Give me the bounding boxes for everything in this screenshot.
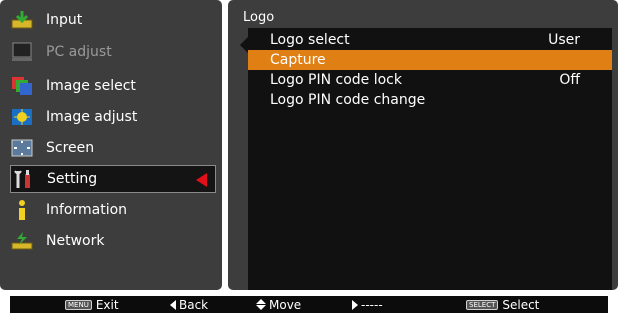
- menu-item-setting[interactable]: Setting: [10, 165, 216, 193]
- submenu-item-logo-select[interactable]: Logo select User: [248, 30, 612, 50]
- help-back-label: Back: [179, 297, 209, 312]
- menu-item-label: Image adjust: [46, 109, 138, 125]
- submenu-item-value: Off: [559, 72, 580, 88]
- submenu-item-label: Logo select: [270, 32, 350, 48]
- submenu-item-logo-pin-code-lock[interactable]: Logo PIN code lock Off: [248, 70, 612, 90]
- submenu-item-logo-pin-code-change[interactable]: Logo PIN code change: [248, 90, 612, 110]
- image-adjust-icon: [10, 106, 34, 128]
- setting-icon: [11, 168, 35, 190]
- menu-key-icon: MENU: [65, 299, 92, 310]
- help-select-label: Select: [502, 297, 540, 312]
- input-icon: [10, 9, 34, 31]
- menu-item-input[interactable]: Input: [10, 6, 216, 34]
- submenu-item-capture[interactable]: Capture: [248, 50, 612, 70]
- up-down-arrow-icon: [256, 299, 266, 310]
- screen-icon: [10, 137, 34, 159]
- menu-item-label: Screen: [46, 140, 95, 156]
- menu-item-information[interactable]: Information: [10, 196, 216, 224]
- submenu-panel: Logo Logo select User Capture Logo PIN c…: [228, 0, 618, 290]
- help-next: -----: [352, 298, 383, 312]
- menu-item-label: Image select: [46, 78, 136, 94]
- submenu-item-label: Capture: [270, 52, 326, 68]
- menu-item-image-adjust[interactable]: Image adjust: [10, 103, 216, 131]
- projector-osd: Input PC adjust Image select Image adjus…: [0, 0, 618, 313]
- help-move: Move: [256, 298, 301, 312]
- submenu-item-label: Logo PIN code change: [270, 92, 426, 108]
- image-select-icon: [10, 75, 34, 97]
- submenu-title: Logo: [243, 10, 275, 25]
- menu-item-pc-adjust[interactable]: PC adjust: [10, 38, 216, 66]
- menu-item-screen[interactable]: Screen: [10, 134, 216, 162]
- menu-item-label: Setting: [47, 171, 98, 187]
- menu-item-image-select[interactable]: Image select: [10, 72, 216, 100]
- help-exit-label: Exit: [95, 297, 119, 312]
- menu-item-label: PC adjust: [46, 44, 112, 60]
- help-move-label: Move: [269, 297, 302, 312]
- main-menu-panel: Input PC adjust Image select Image adjus…: [0, 0, 222, 290]
- submenu-item-value: User: [548, 32, 580, 48]
- submenu-item-label: Logo PIN code lock: [270, 72, 402, 88]
- help-select: SELECT Select: [466, 298, 539, 312]
- help-exit: MENU Exit: [65, 298, 119, 312]
- menu-item-network[interactable]: Network: [10, 227, 216, 255]
- help-next-label: -----: [361, 297, 383, 312]
- submenu-list: Logo select User Capture Logo PIN code l…: [240, 28, 612, 290]
- selected-arrow-icon: [196, 173, 207, 187]
- menu-item-label: Information: [46, 202, 128, 218]
- help-bar: MENU Exit Back Move ----- SELECT Select: [10, 296, 608, 313]
- pc-adjust-icon: [10, 41, 34, 63]
- right-arrow-icon: [352, 299, 358, 310]
- left-arrow-icon: [170, 299, 176, 310]
- menu-item-label: Input: [46, 12, 83, 28]
- select-key-icon: SELECT: [466, 299, 499, 310]
- network-icon: [10, 230, 34, 252]
- menu-item-label: Network: [46, 233, 105, 249]
- help-back: Back: [170, 298, 208, 312]
- information-icon: [10, 199, 34, 221]
